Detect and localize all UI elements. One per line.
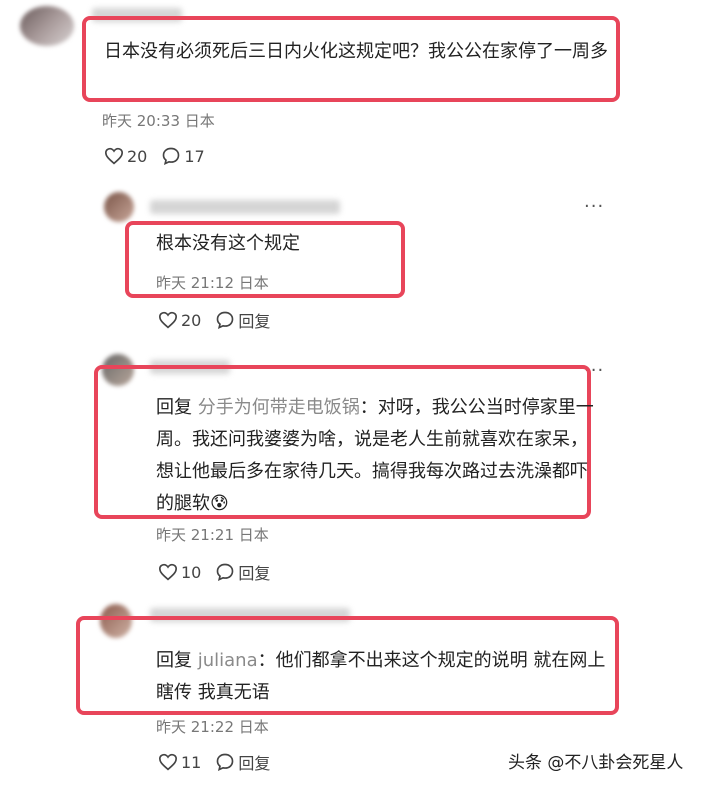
comment-meta: 昨天 21:22 日本 (156, 718, 269, 736)
reply-to-user-link[interactable]: juliana (198, 650, 258, 671)
more-options-button[interactable]: ··· (584, 196, 604, 217)
like-count: 10 (181, 562, 202, 582)
username-blurred[interactable] (150, 200, 340, 214)
reply-label: 回复 (238, 564, 271, 583)
scared-emoji: 😰 (210, 493, 229, 514)
comment-text: 回复 juliana：他们都拿不出来这个规定的说明 就在网上瞎传 我真无语 (156, 645, 614, 709)
reply-button[interactable]: 回复 (215, 750, 270, 774)
like-button[interactable]: 20 (104, 147, 147, 166)
heart-icon (158, 311, 178, 329)
comment-actions: 20 17 (104, 146, 219, 166)
reply-label: 回复 (238, 312, 271, 331)
comment-meta: 昨天 20:33 日本 (102, 112, 215, 130)
reply-button[interactable]: 回复 (215, 560, 270, 584)
watermark: 头条 @不八卦会死星人 (508, 753, 684, 773)
reply-button[interactable]: 回复 (215, 308, 270, 332)
avatar[interactable] (20, 6, 74, 46)
like-count: 11 (181, 752, 202, 772)
heart-icon (158, 563, 178, 581)
reply-count: 17 (184, 146, 205, 166)
like-button[interactable]: 20 (158, 311, 201, 330)
reply-to-user-link[interactable]: 分手为何带走电饭锅 (198, 397, 360, 418)
comment-meta: 昨天 21:21 日本 (156, 526, 269, 544)
like-count: 20 (127, 146, 148, 166)
like-button[interactable]: 11 (158, 753, 201, 772)
comment-bubble-icon (217, 753, 234, 771)
like-button[interactable]: 10 (158, 563, 201, 582)
reply-label: 回复 (238, 754, 271, 773)
comment-text: 日本没有必须死后三日内火化这规定吧？我公公在家停了一周多 (104, 41, 608, 62)
avatar[interactable] (104, 192, 134, 222)
comment-actions: 11 回复 (158, 750, 284, 774)
comment-bubble-icon (163, 147, 180, 165)
reply-keyword: 回复 (156, 650, 192, 671)
heart-icon (104, 147, 124, 165)
comment-bubble-icon (217, 563, 234, 581)
comment-actions: 10 回复 (158, 560, 284, 584)
like-count: 20 (181, 310, 202, 330)
comment-text: 根本没有这个规定 (156, 233, 300, 254)
reply-count-button[interactable]: 17 (161, 146, 205, 166)
comment-meta: 昨天 21:12 日本 (156, 274, 269, 292)
comment-text: 回复 分手为何带走电饭锅：对呀，我公公当时停家里一周。我还问我婆婆为啥，说是老人… (156, 392, 598, 520)
comment-bubble-icon (217, 311, 234, 329)
heart-icon (158, 753, 178, 771)
reply-keyword: 回复 (156, 397, 192, 418)
comment-actions: 20 回复 (158, 308, 284, 332)
